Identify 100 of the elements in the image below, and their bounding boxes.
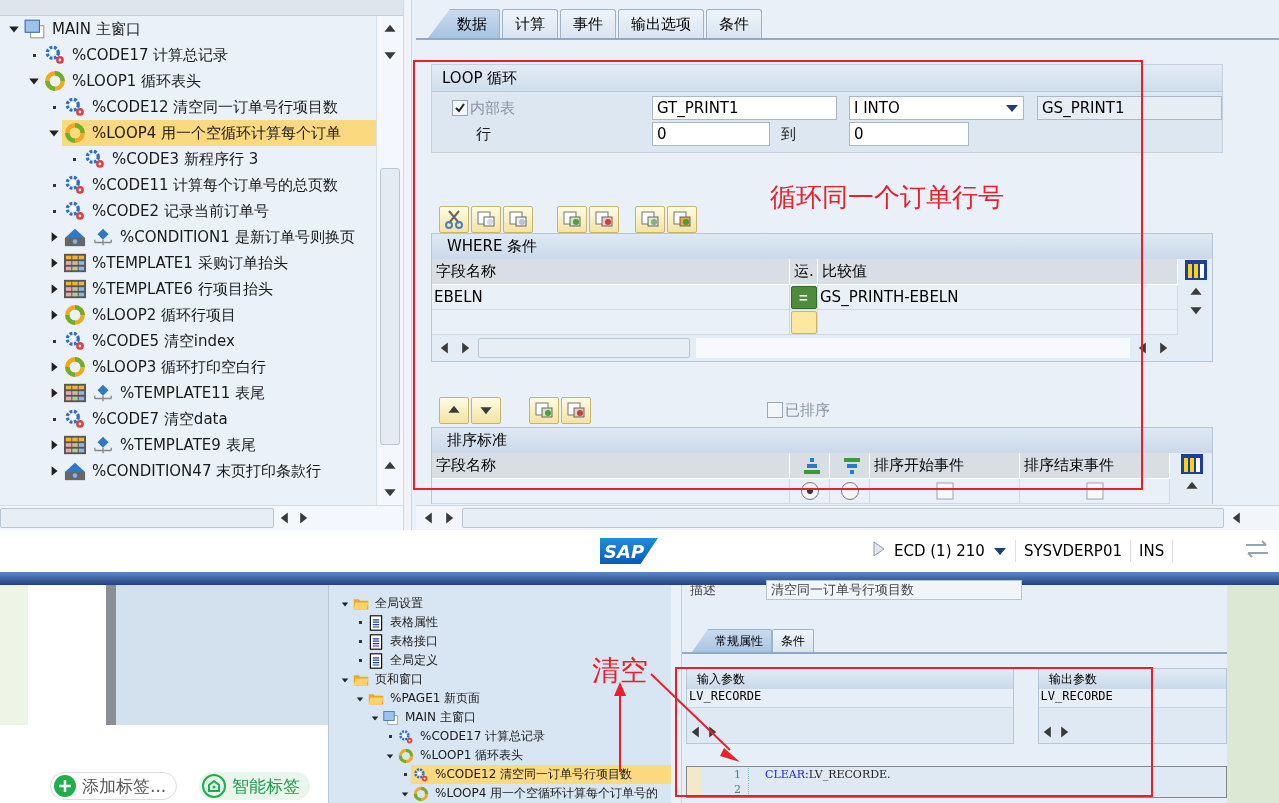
scrollbar-thumb[interactable] (462, 508, 1224, 528)
table-cell: GS_PRINTH-EBELN (818, 285, 1178, 310)
tree-node[interactable]: %CODE17 计算总记录 (42, 42, 235, 68)
ring-icon (64, 122, 86, 144)
tree-node[interactable]: %LOOP1 循环表头 (396, 746, 530, 765)
tree-node[interactable]: 全局定义 (366, 651, 444, 670)
tree-node[interactable]: 页和窗口 (351, 670, 429, 689)
scrollbar-thumb[interactable] (0, 508, 274, 528)
to-label: 到 (781, 123, 797, 145)
tree-node[interactable]: %CODE5 清空index (62, 328, 241, 354)
move-up-button[interactable] (439, 396, 469, 424)
tree-node[interactable]: %LOOP4 用一个空循环计算每个订单 (62, 120, 376, 146)
work-area-field[interactable]: GS_PRINT1 (1037, 96, 1222, 120)
column-header[interactable]: 排序开始事件 (870, 453, 1020, 479)
tree-node[interactable]: %PAGE1 新页面 (366, 689, 487, 708)
caret-icon[interactable] (1005, 103, 1019, 113)
grid-icon (64, 382, 86, 404)
ascending-icon[interactable] (801, 455, 822, 476)
table-cell: LV_RECORDE (1038, 689, 1226, 708)
description-field[interactable]: 清空同一订单号行项目数 (766, 580, 1022, 600)
grid-icon (64, 252, 86, 274)
diamond-tree-icon (92, 434, 114, 456)
plus-icon (54, 775, 76, 797)
sap-logo: SAP (600, 538, 658, 564)
gear-icon (413, 766, 429, 783)
tab[interactable]: 事件 (560, 9, 616, 38)
tree-node[interactable]: %LOOP2 循环行项目 (62, 302, 243, 328)
row-to-field[interactable]: 0 (849, 122, 969, 146)
tree-node[interactable]: %LOOP4 用一个空循环计算每个订单号的 (411, 784, 665, 803)
tree-node[interactable]: 表格接口 (366, 632, 444, 651)
tab[interactable]: 数据 (428, 9, 500, 38)
line-number: 2 (723, 783, 749, 796)
tree-node[interactable]: %TEMPLATE1 采购订单抬头 (62, 250, 294, 276)
tree-node[interactable]: %CODE11 计算每个订单号的总页数 (62, 172, 345, 198)
column-header[interactable]: 字段名称 (432, 453, 790, 479)
internal-table-field[interactable]: GT_PRINT1 (652, 96, 837, 120)
add-tag-button[interactable]: 添加标签... (50, 772, 178, 800)
table-cell: LV_RECORDE (687, 689, 1013, 708)
insert-row-icon (562, 210, 582, 228)
document-icon (368, 614, 384, 631)
caret-icon[interactable] (992, 546, 1007, 556)
tree-node[interactable]: MAIN 主窗口 (381, 708, 482, 727)
expand-arrow-icon[interactable] (401, 789, 409, 798)
move-button[interactable] (667, 205, 697, 233)
tree-node[interactable]: %CODE7 清空data (62, 406, 234, 432)
scrollbar-thumb[interactable] (478, 338, 690, 358)
expand-arrow-icon[interactable] (341, 675, 349, 684)
tree-node[interactable]: %CONDITION1 是新订单号则换页 (62, 224, 361, 250)
expand-arrow-icon[interactable] (341, 599, 349, 608)
column-header[interactable]: 字段名称 (432, 259, 790, 285)
ring-icon (398, 747, 414, 764)
insert-row-button[interactable] (557, 205, 587, 233)
tab[interactable]: 常规属性 (692, 629, 772, 652)
grid-icon (64, 278, 86, 300)
tree-node[interactable]: %CODE12 清空同一订单号行项目数 (62, 94, 345, 120)
tree-node[interactable]: %LOOP1 循环表头 (42, 68, 208, 94)
duplicate-button[interactable] (635, 205, 665, 233)
columns-icon[interactable] (1180, 453, 1204, 475)
descending-icon[interactable] (841, 455, 862, 476)
tab[interactable]: 条件 (772, 629, 814, 652)
tree-node[interactable]: %CODE17 计算总记录 (396, 727, 552, 746)
ring-icon (413, 785, 429, 802)
tree-node[interactable]: %TEMPLATE6 行项目抬头 (62, 276, 279, 302)
tab[interactable]: 计算 (502, 9, 558, 38)
expand-arrow-icon[interactable] (371, 713, 379, 722)
mode-dropdown[interactable]: I INTO (849, 96, 1024, 120)
diamond-tree-icon (92, 226, 114, 248)
grid-icon (64, 434, 86, 456)
column-header[interactable]: 排序结束事件 (1020, 453, 1170, 479)
delete-row-button[interactable] (589, 205, 619, 233)
copy-icon (476, 210, 496, 228)
row-from-field[interactable]: 0 (652, 122, 770, 146)
tree-node[interactable]: 表格属性 (366, 613, 444, 632)
move-down-button[interactable] (471, 396, 501, 424)
tree-node[interactable]: %CODE2 记录当前订单号 (62, 198, 275, 224)
columns-icon[interactable] (1184, 259, 1208, 281)
cut-button[interactable] (439, 205, 469, 233)
delete-row-icon (566, 401, 586, 419)
column-header[interactable]: 比较值 (818, 259, 1178, 285)
system-info[interactable]: ECD (1) 210 (886, 540, 1016, 562)
delete-row-button[interactable] (561, 396, 591, 424)
code-editor[interactable]: 1 CLEAR:LV_RECORDE. 2 (686, 766, 1227, 798)
column-header[interactable]: 运. (790, 259, 818, 285)
expand-arrow-icon[interactable] (386, 751, 394, 760)
play-icon[interactable] (872, 540, 886, 558)
tab[interactable]: 条件 (706, 9, 762, 38)
tree-node[interactable]: %CONDITION47 末页打印条款行 (62, 458, 328, 484)
tree-node[interactable]: MAIN 主窗口 (22, 16, 147, 42)
scrollbar-thumb[interactable] (380, 168, 400, 445)
tree-node[interactable]: %CODE3 新程序行 3 (82, 146, 265, 172)
insert-row-button[interactable] (529, 396, 559, 424)
monitor-icon (24, 18, 46, 40)
tree-node[interactable]: %TEMPLATE11 表尾 (62, 380, 272, 406)
tree-node[interactable]: %TEMPLATE9 表尾 (62, 432, 262, 458)
operator-button[interactable]: = (790, 285, 817, 309)
tab[interactable]: 输出选项 (618, 9, 704, 38)
tree-node[interactable]: %LOOP3 循环打印空白行 (62, 354, 273, 380)
tree-node[interactable]: 全局设置 (351, 594, 429, 613)
tree-node[interactable]: %CODE12 清空同一订单号行项目数 (411, 765, 671, 784)
expand-arrow-icon[interactable] (356, 694, 364, 703)
